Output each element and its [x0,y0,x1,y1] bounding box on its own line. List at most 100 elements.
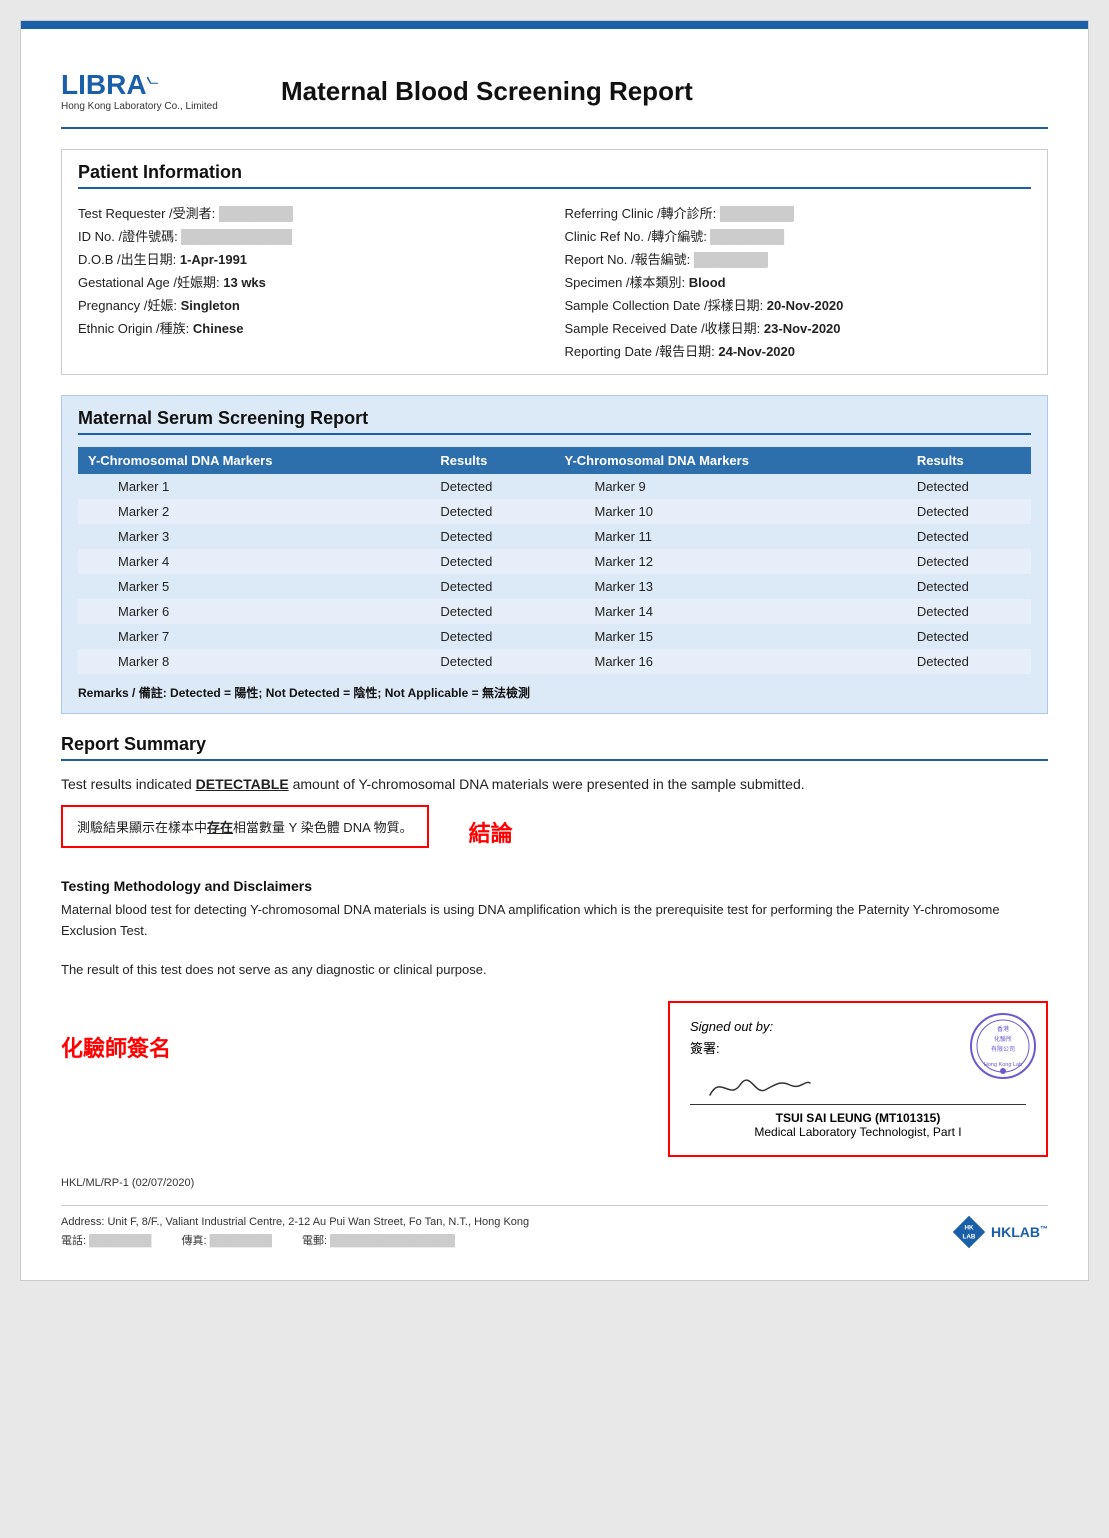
patient-row-specimen: Specimen /樣本類別: Blood [565,270,1032,293]
top-bar [21,21,1088,29]
signer-title: Medical Laboratory Technologist, Part I [690,1125,1026,1139]
right-marker-name: Marker 15 [554,624,906,649]
table-row: Marker 2 Detected Marker 10 Detected [78,499,1031,524]
conclusion-row: 測驗結果顯示在樣本中存在相當數量 Y 染色體 DNA 物質。 結論 [61,805,1048,858]
col1-header: Y-Chromosomal DNA Markers [78,447,430,474]
summary-section: Report Summary Test results indicated DE… [61,734,1048,858]
patient-row-requester: Test Requester /受測者: ████████ [78,201,545,224]
patient-info-heading: Patient Information [78,162,1031,189]
left-marker-name: Marker 6 [78,599,430,624]
patient-row-pregnancy: Pregnancy /妊娠: Singleton [78,293,545,316]
logo-subtitle: Hong Kong Laboratory Co., Limited [61,101,261,112]
patient-row-id: ID No. /證件號碼: ████████████ [78,224,545,247]
hklab-diamond-icon: HK LAB [951,1214,987,1250]
serum-heading: Maternal Serum Screening Report [78,408,1031,435]
conclusion-underline: 存在 [207,820,233,835]
svg-text:化驗所: 化驗所 [994,1035,1012,1043]
right-marker-result: Detected [907,649,1031,674]
patient-right-col: Referring Clinic /轉介診所: ████████ Clinic … [565,201,1032,362]
left-marker-result: Detected [430,474,554,499]
col3-header: Y-Chromosomal DNA Markers [554,447,906,474]
right-marker-name: Marker 16 [554,649,906,674]
patient-row-clinic: Referring Clinic /轉介診所: ████████ [565,201,1032,224]
right-marker-name: Marker 14 [554,599,906,624]
chemist-label: 化驗師簽名 [61,1001,668,1157]
patient-left-col: Test Requester /受測者: ████████ ID No. /證件… [78,201,545,362]
left-marker-name: Marker 5 [78,574,430,599]
logo-area: LIBRA⦦ Hong Kong Laboratory Co., Limited [61,71,261,112]
sign-box: 香港 化驗所 有限公司 Hong Kong Lab Signed out by:… [668,1001,1048,1157]
email: 電郵: ████████████████ [302,1232,455,1248]
left-marker-name: Marker 3 [78,524,430,549]
patient-row-report-no: Report No. /報告編號: ████████ [565,247,1032,270]
right-marker-result: Detected [907,499,1031,524]
right-marker-result: Detected [907,624,1031,649]
right-marker-name: Marker 10 [554,499,906,524]
detectable-highlight: DETECTABLE [196,776,289,792]
left-marker-result: Detected [430,524,554,549]
left-marker-result: Detected [430,499,554,524]
sign-line [690,1065,1026,1105]
left-marker-name: Marker 4 [78,549,430,574]
conclusion-chinese: 測驗結果顯示在樣本中存在相當數量 Y 染色體 DNA 物質。 [77,817,413,836]
contact-info: 電話: ████████ 傳真: ████████ 電郵: ██████████… [61,1232,951,1248]
left-marker-result: Detected [430,599,554,624]
footer-address: Address: Unit F, 8/F., Valiant Industria… [61,1205,1048,1250]
table-row: Marker 4 Detected Marker 12 Detected [78,549,1031,574]
right-marker-name: Marker 11 [554,524,906,549]
left-marker-name: Marker 1 [78,474,430,499]
svg-text:有限公司: 有限公司 [991,1045,1015,1053]
summary-heading: Report Summary [61,734,1048,761]
right-marker-name: Marker 13 [554,574,906,599]
markers-table: Y-Chromosomal DNA Markers Results Y-Chro… [78,447,1031,674]
svg-text:LAB: LAB [963,1233,976,1240]
table-row: Marker 8 Detected Marker 16 Detected [78,649,1031,674]
jie-lun-label: 結論 [469,816,513,848]
right-marker-result: Detected [907,524,1031,549]
right-marker-result: Detected [907,574,1031,599]
remarks: Remarks / 備註: Detected = 陽性; Not Detecte… [78,684,1031,701]
signer-name: TSUI SAI LEUNG (MT101315) [690,1111,1026,1125]
logo-text: LIBRA⦦ [61,71,261,99]
hklab-text: HKLAB™ [991,1224,1048,1240]
patient-info-grid: Test Requester /受測者: ████████ ID No. /證件… [78,201,1031,362]
summary-text-line1: Test results indicated DETECTABLE amount… [61,773,1048,795]
col4-header: Results [907,447,1031,474]
serum-section: Maternal Serum Screening Report Y-Chromo… [61,395,1048,714]
left-marker-result: Detected [430,649,554,674]
table-row: Marker 1 Detected Marker 9 Detected [78,474,1031,499]
signature-area: 化驗師簽名 香港 化驗所 有限公司 Hong Kong Lab Signed o… [61,1001,1048,1157]
patient-row-dob: D.O.B /出生日期: 1-Apr-1991 [78,247,545,270]
patient-info-section: Patient Information Test Requester /受測者:… [61,149,1048,375]
right-marker-name: Marker 12 [554,549,906,574]
left-marker-result: Detected [430,624,554,649]
libra-logo: LIBRA⦦ Hong Kong Laboratory Co., Limited [61,71,261,112]
page: LIBRA⦦ Hong Kong Laboratory Co., Limited… [20,20,1089,1281]
right-marker-name: Marker 9 [554,474,906,499]
methodology-text2: The result of this test does not serve a… [61,960,1048,981]
patient-row-reporting-date: Reporting Date /報告日期: 24-Nov-2020 [565,339,1032,362]
table-row: Marker 3 Detected Marker 11 Detected [78,524,1031,549]
fax: 傳真: ████████ [181,1232,271,1248]
left-marker-result: Detected [430,574,554,599]
patient-row-received-date: Sample Received Date /收樣日期: 23-Nov-2020 [565,316,1032,339]
phone1: 電話: ████████ [61,1232,151,1248]
patient-row-clinic-ref: Clinic Ref No. /轉介編號: ████████ [565,224,1032,247]
footer-ref: HKL/ML/RP-1 (02/07/2020) [61,1177,1048,1189]
left-marker-name: Marker 2 [78,499,430,524]
right-marker-result: Detected [907,549,1031,574]
conclusion-box: 測驗結果顯示在樣本中存在相當數量 Y 染色體 DNA 物質。 [61,805,429,848]
table-row: Marker 7 Detected Marker 15 Detected [78,624,1031,649]
hklab-logo: HK LAB HKLAB™ [951,1214,1048,1250]
table-row: Marker 6 Detected Marker 14 Detected [78,599,1031,624]
svg-text:香港: 香港 [997,1025,1009,1033]
left-marker-name: Marker 7 [78,624,430,649]
table-row: Marker 5 Detected Marker 13 Detected [78,574,1031,599]
methodology-section: Testing Methodology and Disclaimers Mate… [61,878,1048,980]
patient-row-ethnic: Ethnic Origin /種族: Chinese [78,316,545,339]
right-marker-result: Detected [907,599,1031,624]
svg-text:HK: HK [964,1224,974,1231]
left-marker-result: Detected [430,549,554,574]
patient-row-gestational: Gestational Age /妊娠期: 13 wks [78,270,545,293]
left-marker-name: Marker 8 [78,649,430,674]
